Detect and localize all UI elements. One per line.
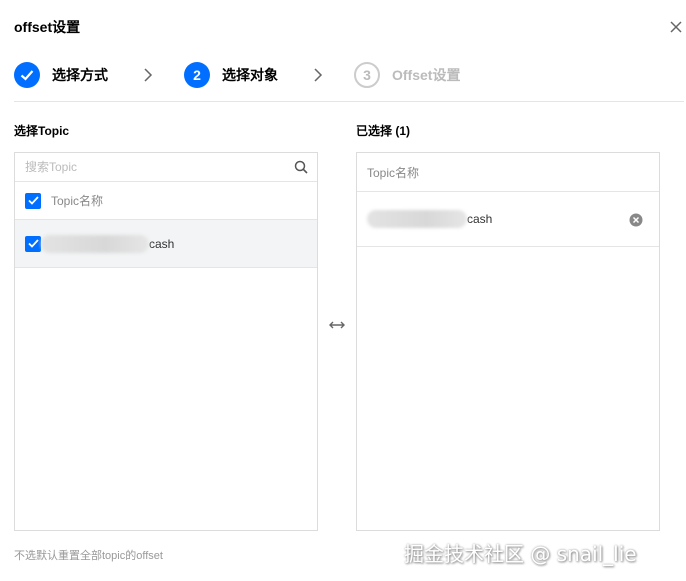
select-all-checkbox[interactable] — [25, 192, 41, 209]
remove-icon[interactable] — [629, 213, 643, 227]
step-2-label: 选择对象 — [222, 67, 278, 83]
topic-name-suffix: cash — [149, 236, 175, 251]
check-icon — [14, 62, 40, 88]
step-2-number: 2 — [184, 62, 210, 88]
topic-name: cash — [367, 210, 492, 228]
topic-name-suffix: cash — [467, 212, 493, 226]
chevron-right-icon — [314, 68, 323, 82]
selected-item: cash — [357, 192, 659, 247]
step-3: 3 Offset设置 — [354, 60, 460, 90]
source-panel: Topic名称 cash — [14, 152, 318, 531]
selected-column-header: Topic名称 — [357, 153, 659, 192]
topic-name: cash — [41, 234, 175, 253]
search-box — [15, 153, 317, 182]
watermark: 掘金技术社区 @ snail_lie — [404, 542, 637, 566]
list-item[interactable]: cash — [15, 220, 317, 268]
step-3-label: Offset设置 — [392, 67, 461, 83]
row-checkbox[interactable] — [25, 235, 41, 252]
dialog-title: offset设置 — [14, 19, 81, 35]
right-section-label: 已选择 (1) — [356, 124, 411, 138]
step-1: 选择方式 — [14, 60, 108, 90]
search-input[interactable] — [15, 153, 275, 181]
redacted-text — [41, 234, 149, 253]
step-2: 2 选择对象 — [184, 60, 278, 90]
chevron-right-icon — [144, 68, 153, 82]
footer-note: 不选默认重置全部topic的offset — [14, 550, 163, 562]
divider — [14, 101, 684, 102]
selected-panel: Topic名称 cash — [356, 152, 660, 531]
column-header: Topic名称 — [51, 194, 104, 208]
step-1-label: 选择方式 — [52, 67, 108, 83]
close-icon[interactable] — [668, 19, 684, 35]
transfer-arrows-icon — [329, 321, 345, 329]
left-section-label: 选择Topic — [14, 124, 70, 138]
redacted-text — [367, 210, 467, 228]
step-3-number: 3 — [354, 62, 380, 88]
search-icon[interactable] — [294, 160, 308, 174]
steps-bar: 选择方式 2 选择对象 3 Offset设置 — [14, 60, 674, 90]
list-header: Topic名称 — [15, 182, 317, 220]
